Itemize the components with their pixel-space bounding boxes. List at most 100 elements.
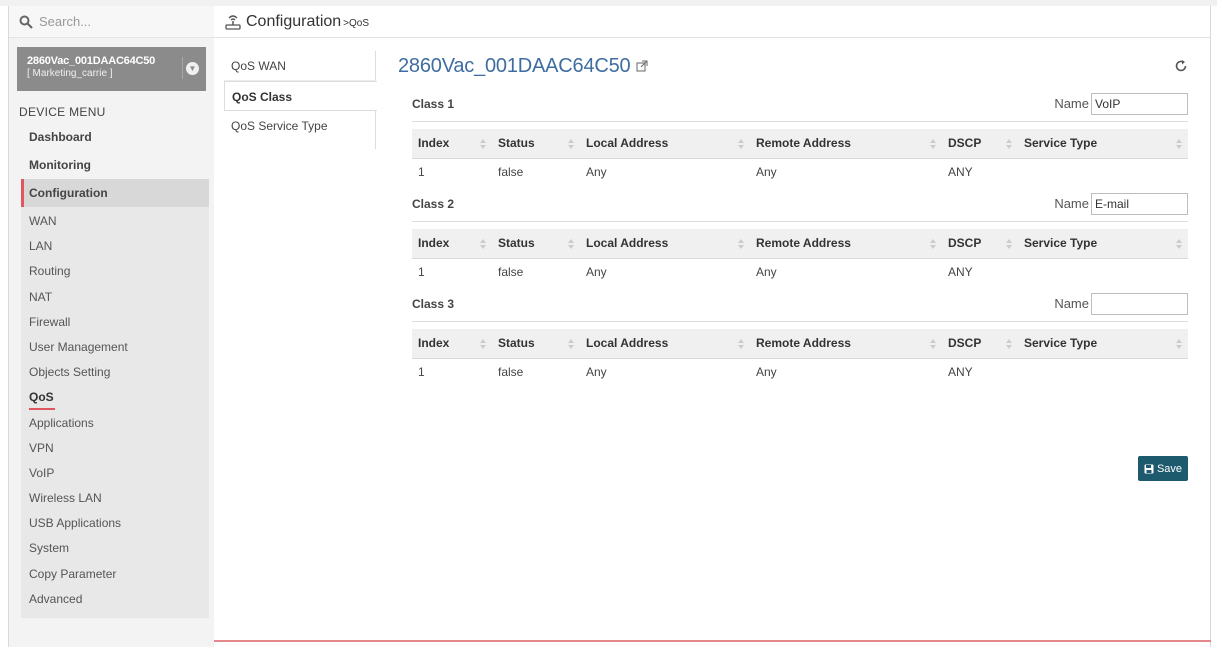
submenu-lan[interactable]: LAN bbox=[21, 234, 209, 259]
submenu-advanced[interactable]: Advanced bbox=[21, 587, 209, 612]
cell-status: false bbox=[498, 165, 524, 180]
device-header: 2860Vac_001DAAC64C50 bbox=[398, 46, 1188, 86]
sort-icon bbox=[738, 339, 744, 349]
submenu-system[interactable]: System bbox=[21, 536, 209, 561]
sort-icon bbox=[738, 139, 744, 149]
column-header-remote-address[interactable]: Remote Address bbox=[750, 129, 942, 159]
cell-local-address: Any bbox=[586, 165, 607, 180]
submenu-firewall[interactable]: Firewall bbox=[21, 310, 209, 335]
table-row[interactable]: 1 false Any Any ANY bbox=[412, 358, 1188, 386]
chevron-down-icon: ▼ bbox=[186, 61, 199, 75]
submenu-objects-setting[interactable]: Objects Setting bbox=[21, 360, 209, 385]
class-name-input[interactable] bbox=[1091, 192, 1188, 215]
menu-dashboard[interactable]: Dashboard bbox=[21, 123, 209, 151]
column-header-local-address[interactable]: Local Address bbox=[580, 229, 750, 259]
save-button[interactable]: Save bbox=[1138, 456, 1188, 481]
column-header-index[interactable]: Index bbox=[412, 329, 492, 359]
column-header-dscp[interactable]: DSCP bbox=[942, 229, 1018, 259]
menu-title: DEVICE MENU bbox=[19, 105, 106, 119]
sort-icon bbox=[930, 239, 936, 249]
submenu-vpn[interactable]: VPN bbox=[21, 436, 209, 461]
external-link-icon[interactable] bbox=[636, 60, 648, 72]
search-icon bbox=[19, 15, 33, 29]
sort-icon bbox=[1006, 239, 1012, 249]
sort-icon bbox=[1006, 339, 1012, 349]
sidebar: Search... 2860Vac_001DAAC64C50 [ Marketi… bbox=[9, 6, 214, 647]
tab-qos-service-type[interactable]: QoS Service Type bbox=[224, 111, 376, 149]
column-header-remote-address[interactable]: Remote Address bbox=[750, 229, 942, 259]
column-header-index[interactable]: Index bbox=[412, 129, 492, 159]
submenu-routing[interactable]: Routing bbox=[21, 259, 209, 284]
menu-monitoring[interactable]: Monitoring bbox=[21, 151, 209, 179]
sort-icon bbox=[1176, 239, 1182, 249]
main-panel: Configuration >QoS QoS WAN QoS Class QoS… bbox=[214, 6, 1211, 647]
cell-remote-address: Any bbox=[756, 165, 777, 180]
app-window: Search... 2860Vac_001DAAC64C50 [ Marketi… bbox=[8, 6, 1211, 647]
column-header-status[interactable]: Status bbox=[492, 329, 580, 359]
class-section: Class 1 Name Index Status Local Address … bbox=[412, 86, 1188, 186]
name-label: Name bbox=[1054, 296, 1089, 311]
submenu-copy-parameter[interactable]: Copy Parameter bbox=[21, 562, 209, 587]
class-name-input[interactable] bbox=[1091, 92, 1188, 115]
column-header-service-type[interactable]: Service Type bbox=[1018, 229, 1188, 259]
device-dropdown[interactable]: ▼ bbox=[182, 57, 202, 79]
sort-icon bbox=[738, 239, 744, 249]
device-title: 2860Vac_001DAAC64C50 bbox=[398, 54, 631, 77]
cell-index: 1 bbox=[418, 365, 425, 380]
search-box[interactable]: Search... bbox=[9, 6, 214, 38]
submenu-applications[interactable]: Applications bbox=[21, 411, 209, 436]
column-header-local-address[interactable]: Local Address bbox=[580, 129, 750, 159]
table-header-row: Index Status Local Address Remote Addres… bbox=[412, 329, 1188, 359]
column-header-remote-address[interactable]: Remote Address bbox=[750, 329, 942, 359]
submenu-voip[interactable]: VoIP bbox=[21, 461, 209, 486]
class-section: Class 2 Name Index Status Local Address … bbox=[412, 186, 1188, 286]
cell-service-type bbox=[1018, 258, 1188, 286]
column-header-local-address[interactable]: Local Address bbox=[580, 329, 750, 359]
submenu-user-management[interactable]: User Management bbox=[21, 335, 209, 360]
class-name-field: Name bbox=[1054, 292, 1188, 315]
sort-icon bbox=[930, 339, 936, 349]
bottom-accent-line bbox=[214, 640, 1211, 642]
sort-icon bbox=[1176, 339, 1182, 349]
cell-status: false bbox=[498, 365, 524, 380]
cell-remote-address: Any bbox=[756, 265, 777, 280]
tab-qos-class[interactable]: QoS Class bbox=[224, 81, 377, 111]
name-label: Name bbox=[1054, 96, 1089, 111]
class-name-input[interactable] bbox=[1091, 292, 1188, 315]
class-header: Class 3 Name bbox=[412, 286, 1188, 322]
column-header-dscp[interactable]: DSCP bbox=[942, 129, 1018, 159]
column-header-service-type[interactable]: Service Type bbox=[1018, 329, 1188, 359]
column-header-status[interactable]: Status bbox=[492, 229, 580, 259]
class-name-field: Name bbox=[1054, 192, 1188, 215]
sort-icon bbox=[1176, 139, 1182, 149]
breadcrumb: Configuration >QoS bbox=[214, 6, 1211, 38]
qos-class-content: 2860Vac_001DAAC64C50 Class 1 Name VoIP I… bbox=[398, 46, 1188, 481]
sort-icon bbox=[568, 239, 574, 249]
column-header-dscp[interactable]: DSCP bbox=[942, 329, 1018, 359]
table-row[interactable]: 1 false Any Any ANY bbox=[412, 258, 1188, 286]
class-title: Class 1 bbox=[412, 96, 455, 111]
submenu-qos[interactable]: QoS bbox=[21, 385, 209, 410]
table-row[interactable]: 1 false Any Any ANY bbox=[412, 158, 1188, 186]
cell-status: false bbox=[498, 265, 524, 280]
column-header-status[interactable]: Status bbox=[492, 129, 580, 159]
column-header-service-type[interactable]: Service Type bbox=[1018, 129, 1188, 159]
breadcrumb-title: Configuration bbox=[246, 12, 342, 30]
class-section: Class 3 Name Index Status Local Address … bbox=[412, 286, 1188, 386]
sort-icon bbox=[480, 339, 486, 349]
class-table: Index Status Local Address Remote Addres… bbox=[412, 129, 1188, 186]
submenu-usb-applications[interactable]: USB Applications bbox=[21, 511, 209, 536]
save-label: Save bbox=[1156, 462, 1183, 475]
submenu-nat[interactable]: NAT bbox=[21, 285, 209, 310]
cell-remote-address: Any bbox=[756, 365, 777, 380]
submenu-wireless-lan[interactable]: Wireless LAN bbox=[21, 486, 209, 511]
device-selector[interactable]: 2860Vac_001DAAC64C50 [ Marketing_carrie … bbox=[17, 47, 206, 91]
submenu-wan[interactable]: WAN bbox=[21, 209, 209, 234]
refresh-icon[interactable] bbox=[1174, 59, 1188, 73]
sort-icon bbox=[930, 139, 936, 149]
tab-qos-wan[interactable]: QoS WAN bbox=[224, 51, 376, 81]
floppy-disk-icon bbox=[1144, 464, 1154, 473]
menu-configuration[interactable]: Configuration bbox=[21, 179, 209, 207]
column-header-index[interactable]: Index bbox=[412, 229, 492, 259]
configuration-submenu: WAN LAN Routing NAT Firewall User Manage… bbox=[21, 207, 209, 618]
